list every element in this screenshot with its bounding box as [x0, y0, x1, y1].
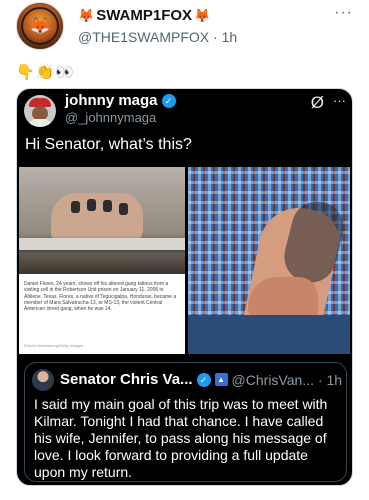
embedded-post[interactable]: johnny maga ✓ @_johnnymaga Ø ··· Hi Sena…	[16, 88, 353, 486]
jeans	[188, 315, 350, 354]
avatar[interactable]	[32, 369, 54, 391]
fox-logo-icon: 🦊	[30, 18, 50, 35]
grok-icon[interactable]: Ø	[311, 93, 324, 113]
government-badge-icon: ▲	[214, 373, 228, 386]
outer-tweet-header: 🦊 🦊 SWAMP1FOX 🦊 @THE1SWAMPFOX · 1h ···	[0, 0, 369, 55]
embedded-post-header: johnny maga ✓ @_johnnymaga Ø ···	[17, 89, 352, 129]
knuckle-tattoo	[103, 200, 112, 212]
post-text: Hi Senator, what’s this?	[25, 136, 192, 153]
window-bar	[19, 238, 185, 250]
more-options-icon[interactable]: ···	[334, 4, 353, 22]
more-options-icon[interactable]: ···	[333, 93, 346, 108]
verified-badge-icon: ✓	[161, 93, 176, 108]
quoted-post-text: I said my main goal of this trip was to …	[34, 396, 328, 480]
display-name[interactable]: SWAMP1FOX	[96, 7, 192, 24]
avatar[interactable]	[24, 95, 56, 127]
user-handle[interactable]: @ChrisVan...	[232, 372, 314, 388]
media-image-left[interactable]: Daniel Flores, 24 years, shows off his a…	[19, 167, 185, 354]
timestamp[interactable]: 1h	[222, 29, 238, 45]
knuckle-tattoo	[71, 201, 80, 213]
knuckle-tattoo	[87, 199, 96, 211]
quoted-post[interactable]: Senator Chris Va... ✓ ▲ @ChrisVan... · 1…	[24, 362, 347, 482]
tweet-text: 👇👏👀	[16, 64, 76, 81]
photo-caption: Daniel Flores, 24 years, shows off his a…	[24, 281, 177, 313]
avatar-shirt	[28, 119, 52, 127]
quoted-name-row: Senator Chris Va... ✓ ▲ @ChrisVan... · 1…	[60, 371, 342, 388]
fox-emoji-icon: 🦊	[194, 8, 211, 23]
verified-badge-icon: ✓	[196, 372, 211, 387]
name-row: johnny maga ✓	[65, 92, 176, 109]
fox-emoji-icon: 🦊	[78, 8, 95, 23]
separator-dot: ·	[213, 29, 222, 45]
user-handle[interactable]: @THE1SWAMPFOX	[78, 29, 209, 45]
photo-credit: Robert Nickelsberg/Getty Images	[24, 343, 83, 348]
avatar[interactable]: 🦊	[16, 2, 64, 50]
user-handle[interactable]: @_johnnymaga	[65, 110, 156, 125]
media-grid: Daniel Flores, 24 years, shows off his a…	[19, 167, 350, 354]
photo-scene	[19, 167, 185, 274]
timestamp[interactable]: · 1h	[318, 372, 342, 388]
knuckle-tattoo	[119, 203, 128, 215]
display-name[interactable]: johnny maga	[65, 92, 158, 109]
handle-row: @THE1SWAMPFOX · 1h	[78, 29, 237, 45]
outer-name-row: 🦊 SWAMP1FOX 🦊	[78, 7, 210, 24]
media-image-right[interactable]	[188, 167, 350, 354]
display-name[interactable]: Senator Chris Va...	[60, 371, 193, 388]
